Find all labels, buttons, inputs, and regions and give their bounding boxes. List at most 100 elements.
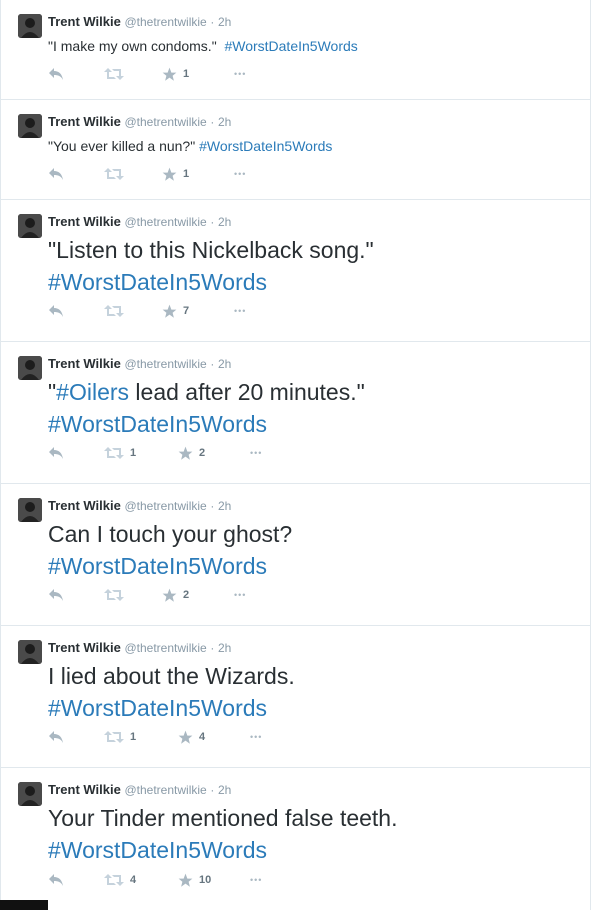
reply-button[interactable] — [48, 166, 104, 182]
more-button[interactable]: ••• — [234, 166, 258, 182]
tweet-actions: 7 ••• — [48, 303, 258, 319]
timestamp[interactable]: 2h — [218, 357, 231, 371]
reply-button[interactable] — [48, 303, 104, 319]
reply-button[interactable] — [48, 872, 104, 888]
tweet-body: "You ever killed a nun?" — [48, 138, 200, 154]
tweet[interactable]: Trent Wilkie @thetrentwilkie · 2h "#Oile… — [1, 342, 590, 484]
favorite-button[interactable]: 1 — [162, 66, 234, 82]
retweet-icon — [104, 873, 124, 887]
favorite-button[interactable]: 7 — [162, 303, 234, 319]
reply-button[interactable] — [48, 729, 104, 745]
reply-icon — [48, 588, 64, 602]
separator: · — [210, 357, 215, 371]
tweet-body: "I make my own condoms." — [48, 38, 225, 54]
star-icon — [178, 446, 193, 461]
user-handle[interactable]: @thetrentwilkie — [124, 15, 206, 29]
tweet-text: "I make my own condoms." #WorstDateIn5Wo… — [48, 37, 358, 55]
more-button[interactable]: ••• — [234, 587, 258, 603]
user-handle[interactable]: @thetrentwilkie — [124, 215, 206, 229]
retweet-button[interactable] — [104, 166, 162, 182]
timestamp[interactable]: 2h — [218, 115, 231, 129]
avatar[interactable] — [18, 356, 42, 380]
tweet-body: Can I touch your ghost? — [48, 521, 293, 547]
user-handle[interactable]: @thetrentwilkie — [124, 641, 206, 655]
user-name[interactable]: Trent Wilkie — [48, 114, 121, 129]
user-name[interactable]: Trent Wilkie — [48, 214, 121, 229]
user-name[interactable]: Trent Wilkie — [48, 356, 121, 371]
tweet[interactable]: Trent Wilkie @thetrentwilkie · 2h "Liste… — [1, 200, 590, 342]
retweet-icon — [104, 588, 124, 602]
avatar[interactable] — [18, 14, 42, 38]
user-handle[interactable]: @thetrentwilkie — [124, 115, 206, 129]
more-button[interactable]: ••• — [234, 66, 258, 82]
hashtag-link[interactable]: #WorstDateIn5Words — [48, 692, 295, 724]
avatar[interactable] — [18, 114, 42, 138]
retweet-button[interactable]: 1 — [104, 729, 178, 745]
favorite-button[interactable]: 1 — [162, 166, 234, 182]
user-name[interactable]: Trent Wilkie — [48, 14, 121, 29]
tweet[interactable]: Trent Wilkie @thetrentwilkie · 2h I lied… — [1, 626, 590, 768]
reply-button[interactable] — [48, 445, 104, 461]
reply-icon — [48, 67, 64, 81]
avatar[interactable] — [18, 498, 42, 522]
user-name[interactable]: Trent Wilkie — [48, 640, 121, 655]
user-name[interactable]: Trent Wilkie — [48, 498, 121, 513]
favorite-count: 7 — [183, 305, 190, 317]
hashtag-link[interactable]: #WorstDateIn5Words — [48, 266, 374, 298]
more-icon: ••• — [234, 306, 247, 316]
more-icon: ••• — [234, 169, 247, 179]
tweet-actions: 1 4 ••• — [48, 729, 274, 745]
tweet-actions: 1 ••• — [48, 66, 258, 82]
avatar[interactable] — [18, 640, 42, 664]
hashtag-link-oilers[interactable]: #Oilers — [56, 379, 129, 405]
retweet-button[interactable] — [104, 66, 162, 82]
timestamp[interactable]: 2h — [218, 15, 231, 29]
quote-mark: " — [48, 379, 57, 405]
reply-icon — [48, 304, 64, 318]
more-icon: ••• — [250, 732, 263, 742]
tweet-body: I lied about the Wizards. — [48, 663, 295, 689]
separator: · — [210, 499, 215, 513]
user-handle[interactable]: @thetrentwilkie — [124, 357, 206, 371]
retweet-button[interactable] — [104, 587, 162, 603]
hashtag-link[interactable]: #WorstDateIn5Words — [48, 834, 398, 866]
tweet-header: Trent Wilkie @thetrentwilkie · 2h — [48, 114, 231, 130]
tweet[interactable]: Trent Wilkie @thetrentwilkie · 2h Your T… — [1, 768, 590, 910]
timestamp[interactable]: 2h — [218, 783, 231, 797]
user-handle[interactable]: @thetrentwilkie — [124, 499, 206, 513]
avatar[interactable] — [18, 782, 42, 806]
more-button[interactable]: ••• — [250, 872, 274, 888]
hashtag-link[interactable]: #WorstDateIn5Words — [199, 138, 332, 154]
tweet-header: Trent Wilkie @thetrentwilkie · 2h — [48, 14, 231, 30]
retweet-icon — [104, 730, 124, 744]
hashtag-link[interactable]: #WorstDateIn5Words — [48, 408, 365, 440]
user-handle[interactable]: @thetrentwilkie — [124, 783, 206, 797]
hashtag-link[interactable]: #WorstDateIn5Words — [48, 550, 292, 582]
retweet-button[interactable]: 1 — [104, 445, 178, 461]
reply-icon — [48, 730, 64, 744]
timestamp[interactable]: 2h — [218, 215, 231, 229]
reply-button[interactable] — [48, 587, 104, 603]
avatar[interactable] — [18, 214, 42, 238]
timestamp[interactable]: 2h — [218, 499, 231, 513]
tweet[interactable]: Trent Wilkie @thetrentwilkie · 2h "You e… — [1, 100, 590, 200]
reply-button[interactable] — [48, 66, 104, 82]
hashtag-link[interactable]: #WorstDateIn5Words — [224, 38, 357, 54]
tweet[interactable]: Trent Wilkie @thetrentwilkie · 2h "I mak… — [1, 0, 590, 100]
timestamp[interactable]: 2h — [218, 641, 231, 655]
favorite-button[interactable]: 2 — [178, 445, 250, 461]
favorite-button[interactable]: 4 — [178, 729, 250, 745]
retweet-button[interactable]: 4 — [104, 872, 178, 888]
more-icon: ••• — [234, 590, 247, 600]
corner-artifact — [0, 900, 48, 910]
tweet[interactable]: Trent Wilkie @thetrentwilkie · 2h Can I … — [1, 484, 590, 626]
more-button[interactable]: ••• — [250, 445, 274, 461]
favorite-button[interactable]: 10 — [178, 872, 250, 888]
user-name[interactable]: Trent Wilkie — [48, 782, 121, 797]
retweet-button[interactable] — [104, 303, 162, 319]
favorite-button[interactable]: 2 — [162, 587, 234, 603]
more-button[interactable]: ••• — [250, 729, 274, 745]
retweet-icon — [104, 67, 124, 81]
more-button[interactable]: ••• — [234, 303, 258, 319]
tweet-actions: 1 ••• — [48, 166, 258, 182]
